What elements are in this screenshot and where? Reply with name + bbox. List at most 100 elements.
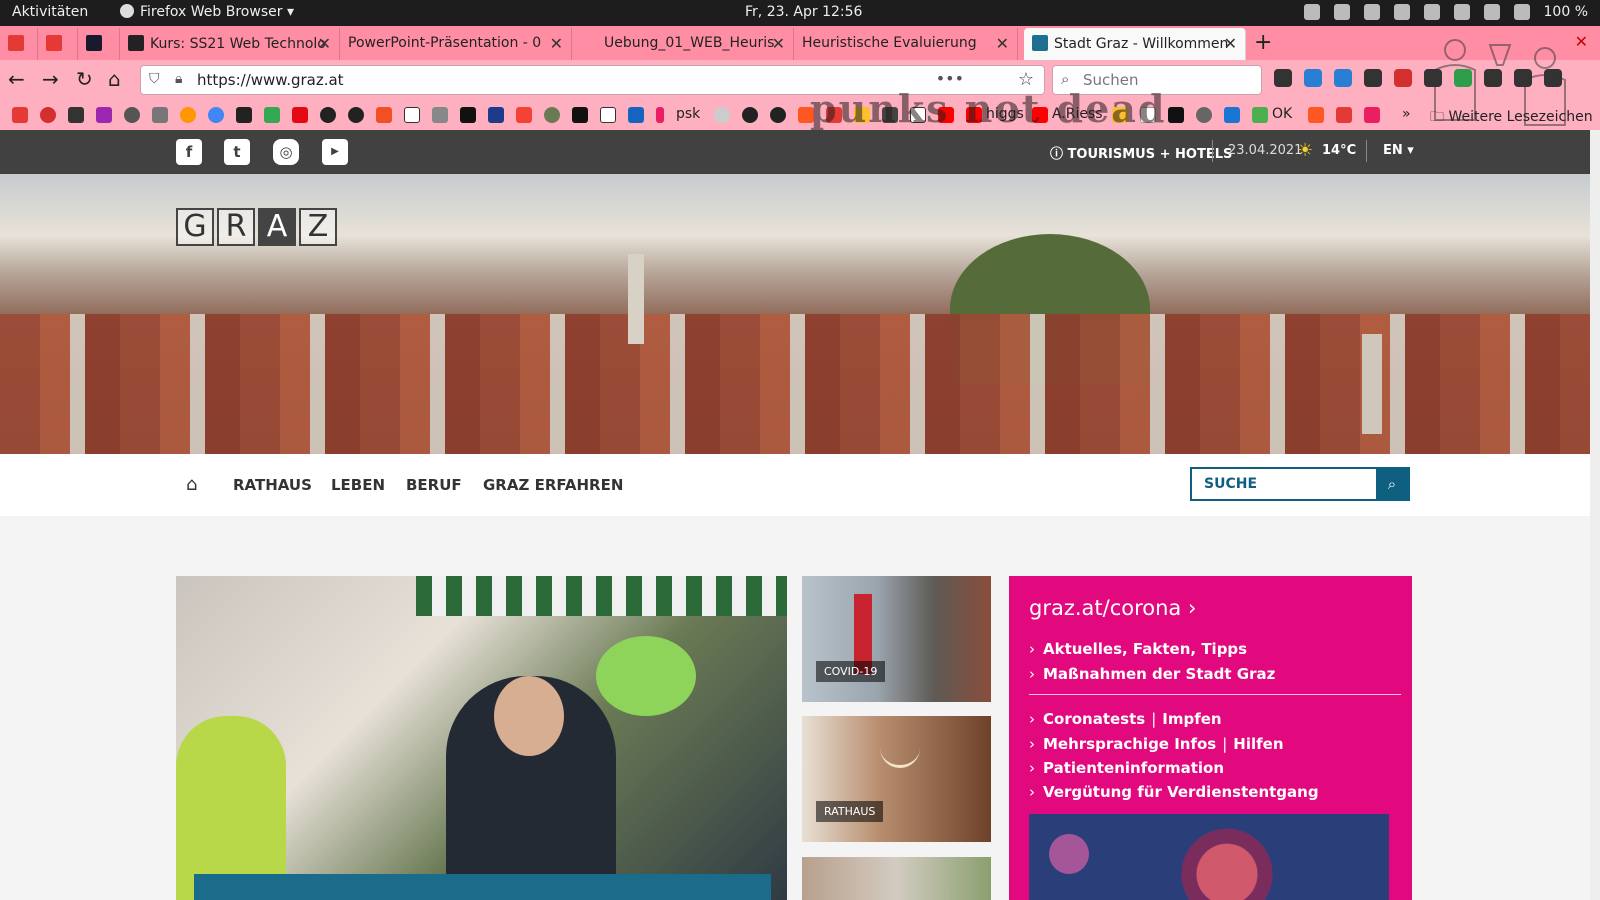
bookmark-02-icon[interactable] xyxy=(348,107,364,123)
extension-icon[interactable] xyxy=(1334,69,1352,87)
corona-link-tests[interactable]: Coronatests|Impfen xyxy=(1029,710,1222,728)
bookmark-wp-icon[interactable] xyxy=(1196,107,1212,123)
corona-link-infos[interactable]: Mehrsprachige Infos|Hilfen xyxy=(1029,735,1284,753)
instagram-icon[interactable]: ◎ xyxy=(273,139,299,165)
bookmark-google-icon[interactable] xyxy=(208,107,224,123)
site-search-input[interactable]: SUCHE ⌕ xyxy=(1190,467,1410,501)
bookmark-orange2-icon[interactable] xyxy=(1308,107,1324,123)
bookmark-radio-icon[interactable] xyxy=(432,107,448,123)
bookmark-check-icon[interactable] xyxy=(1224,107,1240,123)
virus-image[interactable] xyxy=(1029,814,1389,900)
clock[interactable]: Fr, 23. Apr 12:56 xyxy=(745,4,862,20)
tab-kurs[interactable]: Kurs: SS21 Web Technolo ✕ xyxy=(120,28,340,60)
youtube-icon[interactable]: ▶ xyxy=(322,139,348,165)
bookmark-pink-icon[interactable] xyxy=(1364,107,1380,123)
bookmark-microsoft-icon[interactable] xyxy=(376,107,392,123)
teaser-rathaus[interactable]: RATHAUS xyxy=(802,716,991,842)
adblock-icon[interactable] xyxy=(1394,69,1412,87)
tourism-link[interactable]: ⓘ TOURISMUS + HOTELS xyxy=(1050,143,1232,162)
tab-pinned-2[interactable] xyxy=(38,28,78,60)
corona-title-link[interactable]: graz.at/corona › xyxy=(1029,596,1196,620)
bookmark-wikipedia-icon[interactable] xyxy=(600,107,616,123)
bookmark-three-icon[interactable] xyxy=(1336,107,1352,123)
bookmark-globe2-icon[interactable] xyxy=(742,107,758,123)
feature-caption-box[interactable] xyxy=(194,874,771,900)
bookmarks-overflow-icon[interactable]: » xyxy=(1402,106,1411,122)
bookmark-orange-icon[interactable] xyxy=(180,107,196,123)
twitter-icon[interactable]: t xyxy=(224,139,250,165)
bookmark-play-icon[interactable] xyxy=(572,107,588,123)
wifi-icon[interactable] xyxy=(1453,4,1470,20)
close-icon[interactable]: ✕ xyxy=(318,34,331,53)
facebook-icon[interactable]: f xyxy=(176,139,202,165)
shield-icon[interactable]: ⛉ xyxy=(149,71,160,87)
bookmark-amazon-icon[interactable] xyxy=(236,107,252,123)
tab-heuristik[interactable]: Heuristische Evaluierung ✕ xyxy=(794,28,1018,60)
close-icon[interactable]: ✕ xyxy=(550,34,563,53)
bookmark-blocked-icon[interactable] xyxy=(770,107,786,123)
home-icon[interactable]: ⌂ xyxy=(186,474,197,495)
bookmark-st-icon[interactable] xyxy=(12,107,28,123)
url-text[interactable]: https://www.graz.at xyxy=(197,71,344,89)
container-icon[interactable] xyxy=(1364,69,1382,87)
volume-icon[interactable] xyxy=(1513,4,1530,20)
tab-uebung[interactable]: Uebung_01_WEB_Heuris ✕ xyxy=(572,28,794,60)
forward-button[interactable]: → xyxy=(42,68,59,90)
screenshot-icon[interactable] xyxy=(1303,4,1320,20)
page-scrollbar[interactable] xyxy=(1590,130,1600,900)
tab-pinned-1[interactable] xyxy=(0,28,38,60)
hp-icon[interactable] xyxy=(1333,4,1350,20)
tab-stadt-graz[interactable]: Stadt Graz - Willkommen ✕ xyxy=(1024,28,1246,60)
graz-logo[interactable]: G R A Z xyxy=(176,208,337,246)
vpn-icon[interactable] xyxy=(1393,4,1410,20)
teaser-third[interactable] xyxy=(802,857,991,900)
corona-link-b[interactable]: Impfen xyxy=(1162,710,1221,728)
language-switcher[interactable]: EN ▾ xyxy=(1383,143,1414,158)
corona-link-a[interactable]: Mehrsprachige Infos xyxy=(1043,735,1216,753)
notes-icon[interactable] xyxy=(1363,4,1380,20)
bookmark-red-icon[interactable] xyxy=(516,107,532,123)
bookmark-psk-icon[interactable] xyxy=(656,107,664,123)
bookmark-maps-icon[interactable] xyxy=(264,107,280,123)
nav-graz-erfahren[interactable]: GRAZ ERFAHREN xyxy=(483,476,623,494)
bookmark-dkb-icon[interactable] xyxy=(628,107,644,123)
corona-link-verguetung[interactable]: Vergütung für Verdienstentgang xyxy=(1029,783,1319,801)
new-tab-button[interactable]: + xyxy=(1254,30,1272,55)
search-button[interactable]: ⌕ xyxy=(1376,469,1408,499)
back-button[interactable]: ← xyxy=(8,68,25,90)
home-icon[interactable] xyxy=(1423,4,1440,20)
bluetooth-icon[interactable] xyxy=(1483,4,1500,20)
tab-powerpoint[interactable]: PowerPoint-Präsentation - 0 ✕ xyxy=(340,28,572,60)
bookmark-shield-icon[interactable] xyxy=(488,107,504,123)
activities-button[interactable]: Aktivitäten xyxy=(12,4,88,20)
battery-indicator[interactable]: 100 % xyxy=(1544,4,1588,20)
bookmark-triangle-icon[interactable] xyxy=(96,107,112,123)
corona-link-massnahmen[interactable]: Maßnahmen der Stadt Graz xyxy=(1029,665,1275,683)
bookmark-hand-icon[interactable] xyxy=(714,107,730,123)
corona-link-patienten[interactable]: Patienteninformation xyxy=(1029,759,1224,777)
bookmark-f-icon[interactable] xyxy=(1168,107,1184,123)
lock-icon[interactable]: 🔒︎ xyxy=(175,71,182,87)
bookmark-globe-icon[interactable] xyxy=(320,107,336,123)
close-icon[interactable]: ✕ xyxy=(1224,34,1237,53)
tab-pinned-3[interactable] xyxy=(78,28,120,60)
bookmark-target-icon[interactable] xyxy=(40,107,56,123)
nav-rathaus[interactable]: RATHAUS xyxy=(233,476,312,494)
close-icon[interactable]: ✕ xyxy=(772,34,785,53)
system-tray[interactable]: 100 % xyxy=(1303,4,1588,20)
bookmark-calendar-icon[interactable] xyxy=(404,107,420,123)
nav-leben[interactable]: LEBEN xyxy=(331,476,385,494)
corona-link-aktuelles[interactable]: Aktuelles, Fakten, Tipps xyxy=(1029,640,1247,658)
bookmark-ok-label[interactable]: OK xyxy=(1272,106,1292,122)
bookmark-ok-icon[interactable] xyxy=(1252,107,1268,123)
bookmark-key-icon[interactable] xyxy=(152,107,168,123)
corona-link-b[interactable]: Hilfen xyxy=(1233,735,1283,753)
bookmark-dark-icon[interactable] xyxy=(68,107,84,123)
corona-link-a[interactable]: Coronatests xyxy=(1043,710,1145,728)
close-icon[interactable]: ✕ xyxy=(996,34,1009,53)
reload-button[interactable]: ↻ xyxy=(76,68,93,90)
bookmark-psk-label[interactable]: psk xyxy=(676,106,700,122)
bookmark-leaf-icon[interactable] xyxy=(544,107,560,123)
settings-icon[interactable] xyxy=(1274,69,1292,87)
home-button[interactable]: ⌂ xyxy=(108,68,121,90)
